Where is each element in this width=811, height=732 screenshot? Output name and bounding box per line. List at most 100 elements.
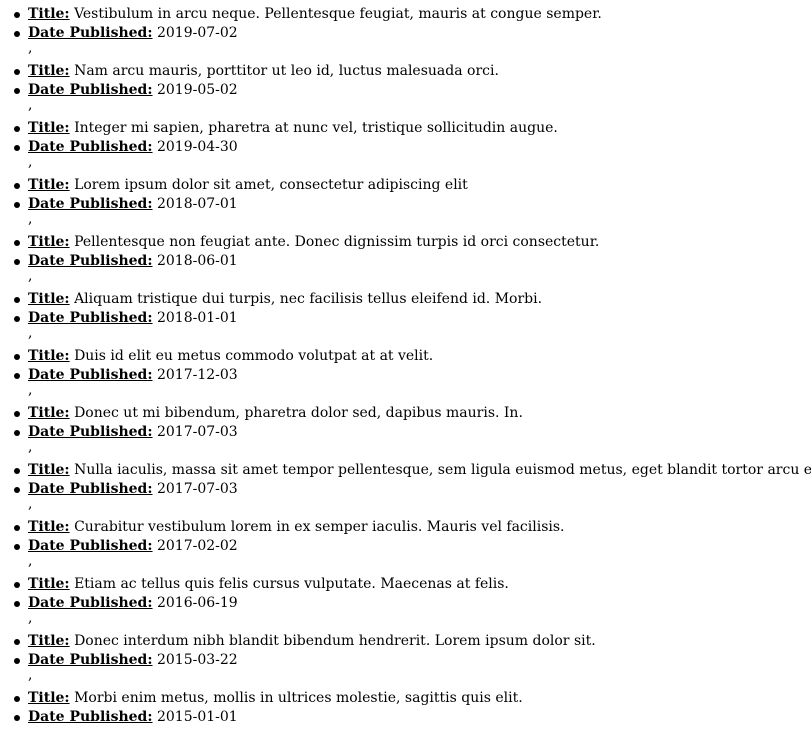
bullet-icon xyxy=(14,88,20,94)
separator-comma: , xyxy=(28,43,33,55)
bullet-icon xyxy=(14,411,20,417)
title-row: Title: Nam arcu mauris, porttitor ut leo… xyxy=(0,62,811,81)
date-text: Date Published: 2017-02-02 xyxy=(28,537,238,556)
separator-row: , xyxy=(0,271,811,283)
title-text: Title: Curabitur vestibulum lorem in ex … xyxy=(28,518,565,537)
title-value: Lorem ipsum dolor sit amet, consectetur … xyxy=(74,177,468,193)
bullet-icon xyxy=(14,316,20,322)
list-item: Title: Vestibulum in arcu neque. Pellent… xyxy=(0,0,811,57)
title-value: Morbi enim metus, mollis in ultrices mol… xyxy=(74,690,523,706)
date-label: Date Published: xyxy=(28,253,153,269)
date-text: Date Published: 2017-07-03 xyxy=(28,480,238,499)
separator-row: , xyxy=(0,556,811,568)
date-text: Date Published: 2019-04-30 xyxy=(28,138,238,157)
date-value: 2019-05-02 xyxy=(156,82,238,98)
list-item: Title: Nulla iaculis, massa sit amet tem… xyxy=(0,456,811,513)
bullet-icon xyxy=(14,145,20,151)
title-value: Etiam ac tellus quis felis cursus vulput… xyxy=(74,576,509,592)
date-label: Date Published: xyxy=(28,310,153,326)
bullet-icon xyxy=(14,658,20,664)
date-text: Date Published: 2018-06-01 xyxy=(28,252,238,271)
title-value: Nulla iaculis, massa sit amet tempor pel… xyxy=(74,462,811,478)
date-value: 2015-01-01 xyxy=(156,709,238,725)
separator-row: , xyxy=(0,613,811,625)
separator-row: , xyxy=(0,385,811,397)
title-value: Aliquam tristique dui turpis, nec facili… xyxy=(74,291,543,307)
title-text: Title: Pellentesque non feugiat ante. Do… xyxy=(28,233,599,252)
bullet-icon xyxy=(14,601,20,607)
list-item: Title: Nam arcu mauris, porttitor ut leo… xyxy=(0,57,811,114)
date-label: Date Published: xyxy=(28,25,153,41)
date-value: 2018-06-01 xyxy=(156,253,238,269)
title-label: Title: xyxy=(28,291,70,307)
list-item: Title: Morbi enim metus, mollis in ultri… xyxy=(0,684,811,732)
title-text: Title: Nulla iaculis, massa sit amet tem… xyxy=(28,461,811,480)
date-row: Date Published: 2018-06-01 xyxy=(0,252,811,271)
separator-comma: , xyxy=(28,670,33,682)
title-label: Title: xyxy=(28,63,70,79)
title-label: Title: xyxy=(28,6,70,22)
date-text: Date Published: 2019-07-02 xyxy=(28,24,238,43)
date-label: Date Published: xyxy=(28,709,153,725)
title-label: Title: xyxy=(28,633,70,649)
bullet-icon xyxy=(14,639,20,645)
date-row: Date Published: 2015-01-01 xyxy=(0,708,811,727)
title-label: Title: xyxy=(28,234,70,250)
bullet-icon xyxy=(14,373,20,379)
date-value: 2015-03-22 xyxy=(156,652,238,668)
date-value: 2017-12-03 xyxy=(156,367,238,383)
title-text: Title: Nam arcu mauris, porttitor ut leo… xyxy=(28,62,499,81)
title-row: Title: Integer mi sapien, pharetra at nu… xyxy=(0,119,811,138)
list-item: Title: Pellentesque non feugiat ante. Do… xyxy=(0,228,811,285)
date-row: Date Published: 2019-07-02 xyxy=(0,24,811,43)
title-text: Title: Lorem ipsum dolor sit amet, conse… xyxy=(28,176,468,195)
title-text: Title: Vestibulum in arcu neque. Pellent… xyxy=(28,5,602,24)
date-row: Date Published: 2017-07-03 xyxy=(0,423,811,442)
title-row: Title: Morbi enim metus, mollis in ultri… xyxy=(0,689,811,708)
separator-row: , xyxy=(0,100,811,112)
separator-comma: , xyxy=(28,157,33,169)
bullet-icon xyxy=(14,297,20,303)
date-label: Date Published: xyxy=(28,652,153,668)
date-value: 2019-04-30 xyxy=(156,139,238,155)
date-value: 2019-07-02 xyxy=(156,25,238,41)
date-text: Date Published: 2015-01-01 xyxy=(28,708,238,727)
date-label: Date Published: xyxy=(28,367,153,383)
list-item: Title: Etiam ac tellus quis felis cursus… xyxy=(0,570,811,627)
title-text: Title: Integer mi sapien, pharetra at nu… xyxy=(28,119,558,138)
date-label: Date Published: xyxy=(28,424,153,440)
separator-row: , xyxy=(0,43,811,55)
title-row: Title: Curabitur vestibulum lorem in ex … xyxy=(0,518,811,537)
bullet-icon xyxy=(14,525,20,531)
separator-row: , xyxy=(0,499,811,511)
bullet-icon xyxy=(14,12,20,18)
date-row: Date Published: 2018-01-01 xyxy=(0,309,811,328)
title-row: Title: Lorem ipsum dolor sit amet, conse… xyxy=(0,176,811,195)
date-value: 2017-07-03 xyxy=(156,481,238,497)
date-label: Date Published: xyxy=(28,538,153,554)
date-text: Date Published: 2016-06-19 xyxy=(28,594,238,613)
bullet-icon xyxy=(14,126,20,132)
date-row: Date Published: 2016-06-19 xyxy=(0,594,811,613)
date-text: Date Published: 2018-01-01 xyxy=(28,309,238,328)
bullet-icon xyxy=(14,259,20,265)
list-item: Title: Curabitur vestibulum lorem in ex … xyxy=(0,513,811,570)
date-text: Date Published: 2017-12-03 xyxy=(28,366,238,385)
separator-comma: , xyxy=(28,214,33,226)
date-row: Date Published: 2019-05-02 xyxy=(0,81,811,100)
title-row: Title: Aliquam tristique dui turpis, nec… xyxy=(0,290,811,309)
date-label: Date Published: xyxy=(28,139,153,155)
title-label: Title: xyxy=(28,405,70,421)
bullet-icon xyxy=(14,487,20,493)
title-label: Title: xyxy=(28,177,70,193)
date-value: 2017-02-02 xyxy=(156,538,238,554)
title-value: Duis id elit eu metus commodo volutpat a… xyxy=(74,348,434,364)
list-item: Title: Duis id elit eu metus commodo vol… xyxy=(0,342,811,399)
bullet-icon xyxy=(14,202,20,208)
bullet-icon xyxy=(14,544,20,550)
separator-comma: , xyxy=(28,556,33,568)
date-row: Date Published: 2017-02-02 xyxy=(0,537,811,556)
date-label: Date Published: xyxy=(28,481,153,497)
separator-comma: , xyxy=(28,499,33,511)
date-label: Date Published: xyxy=(28,82,153,98)
